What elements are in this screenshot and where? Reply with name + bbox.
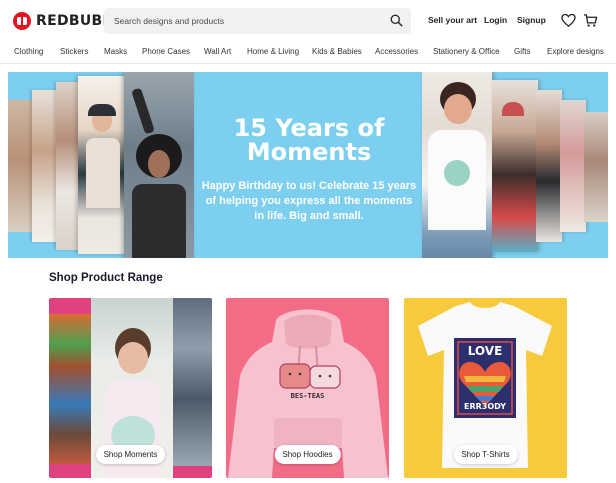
product-card-moments[interactable]: Shop Moments — [49, 298, 212, 478]
hero-photo-laughing-woman — [78, 76, 124, 254]
hero-photo-strip — [584, 112, 608, 222]
hero-title: 15 Years of Moments — [204, 116, 414, 164]
nav-item-phone-cases[interactable]: Phone Cases — [142, 47, 190, 56]
moments-space-photo — [173, 298, 212, 466]
login-link[interactable]: Login — [484, 15, 507, 25]
moments-art-strip — [49, 314, 91, 464]
search-bar — [104, 8, 411, 34]
hero-photo-strip — [32, 90, 58, 242]
site-header: REDBUBBLE Sell your art Login Signup — [0, 0, 616, 42]
hero-subtitle-line: of helping you express all the moments — [205, 195, 413, 207]
t-shirt-print-everybody: ERR3ODY — [463, 402, 506, 411]
hero-title-line: Moments — [246, 138, 372, 166]
nav-item-wall-art[interactable]: Wall Art — [204, 47, 231, 56]
hero-photo-strip — [8, 100, 34, 232]
nav-item-kids-babies[interactable]: Kids & Babies — [312, 47, 362, 56]
t-shirt-print-love: LOVE — [467, 344, 503, 358]
nav-item-stickers[interactable]: Stickers — [60, 47, 88, 56]
hero-photo-curly-hair-girl — [124, 72, 194, 258]
hero-title-line: 15 Years of — [233, 114, 385, 142]
hero-subtitle: Happy Birthday to us! Celebrate 15 years… — [194, 179, 424, 224]
hero-photo-smiling-woman — [422, 72, 492, 258]
product-card-hoodies[interactable]: BES-TEAS Shop Hoodies — [226, 298, 389, 478]
hero-photo-strip — [536, 90, 562, 242]
shop-hoodies-button[interactable]: Shop Hoodies — [274, 445, 341, 464]
category-nav: Clothing Stickers Masks Phone Cases Wall… — [0, 42, 616, 64]
signup-link[interactable]: Signup — [517, 15, 546, 25]
hero-subtitle-line: in life. Big and small. — [254, 210, 364, 222]
hoodie-print-text: BES-TEAS — [290, 392, 325, 400]
redbubble-logo-mark-icon — [13, 12, 31, 30]
nav-item-stationery-office[interactable]: Stationery & Office — [433, 47, 500, 56]
nav-item-masks[interactable]: Masks — [104, 47, 127, 56]
heart-icon[interactable] — [561, 13, 576, 28]
nav-item-gifts[interactable]: Gifts — [514, 47, 530, 56]
nav-item-explore-designs[interactable]: Explore designs — [547, 47, 604, 56]
hero-banner[interactable]: 15 Years of Moments Happy Birthday to us… — [8, 72, 608, 258]
product-card-t-shirts[interactable]: LOVE ERR3ODY Shop T-Shirts — [404, 298, 567, 478]
search-icon[interactable] — [390, 14, 403, 27]
nav-item-clothing[interactable]: Clothing — [14, 47, 43, 56]
search-input[interactable] — [104, 8, 384, 34]
shop-t-shirts-button[interactable]: Shop T-Shirts — [453, 445, 518, 464]
shop-moments-button[interactable]: Shop Moments — [95, 445, 166, 464]
sell-your-art-link[interactable]: Sell your art — [428, 15, 477, 25]
hero-photo-strip — [560, 100, 586, 232]
hero-photo-strip — [492, 80, 538, 252]
nav-item-accessories[interactable]: Accessories — [375, 47, 418, 56]
cart-icon[interactable] — [583, 13, 598, 28]
nav-item-home-living[interactable]: Home & Living — [247, 47, 299, 56]
product-range-title: Shop Product Range — [49, 272, 163, 284]
hero-subtitle-line: Happy Birthday to us! Celebrate 15 years — [201, 180, 417, 192]
